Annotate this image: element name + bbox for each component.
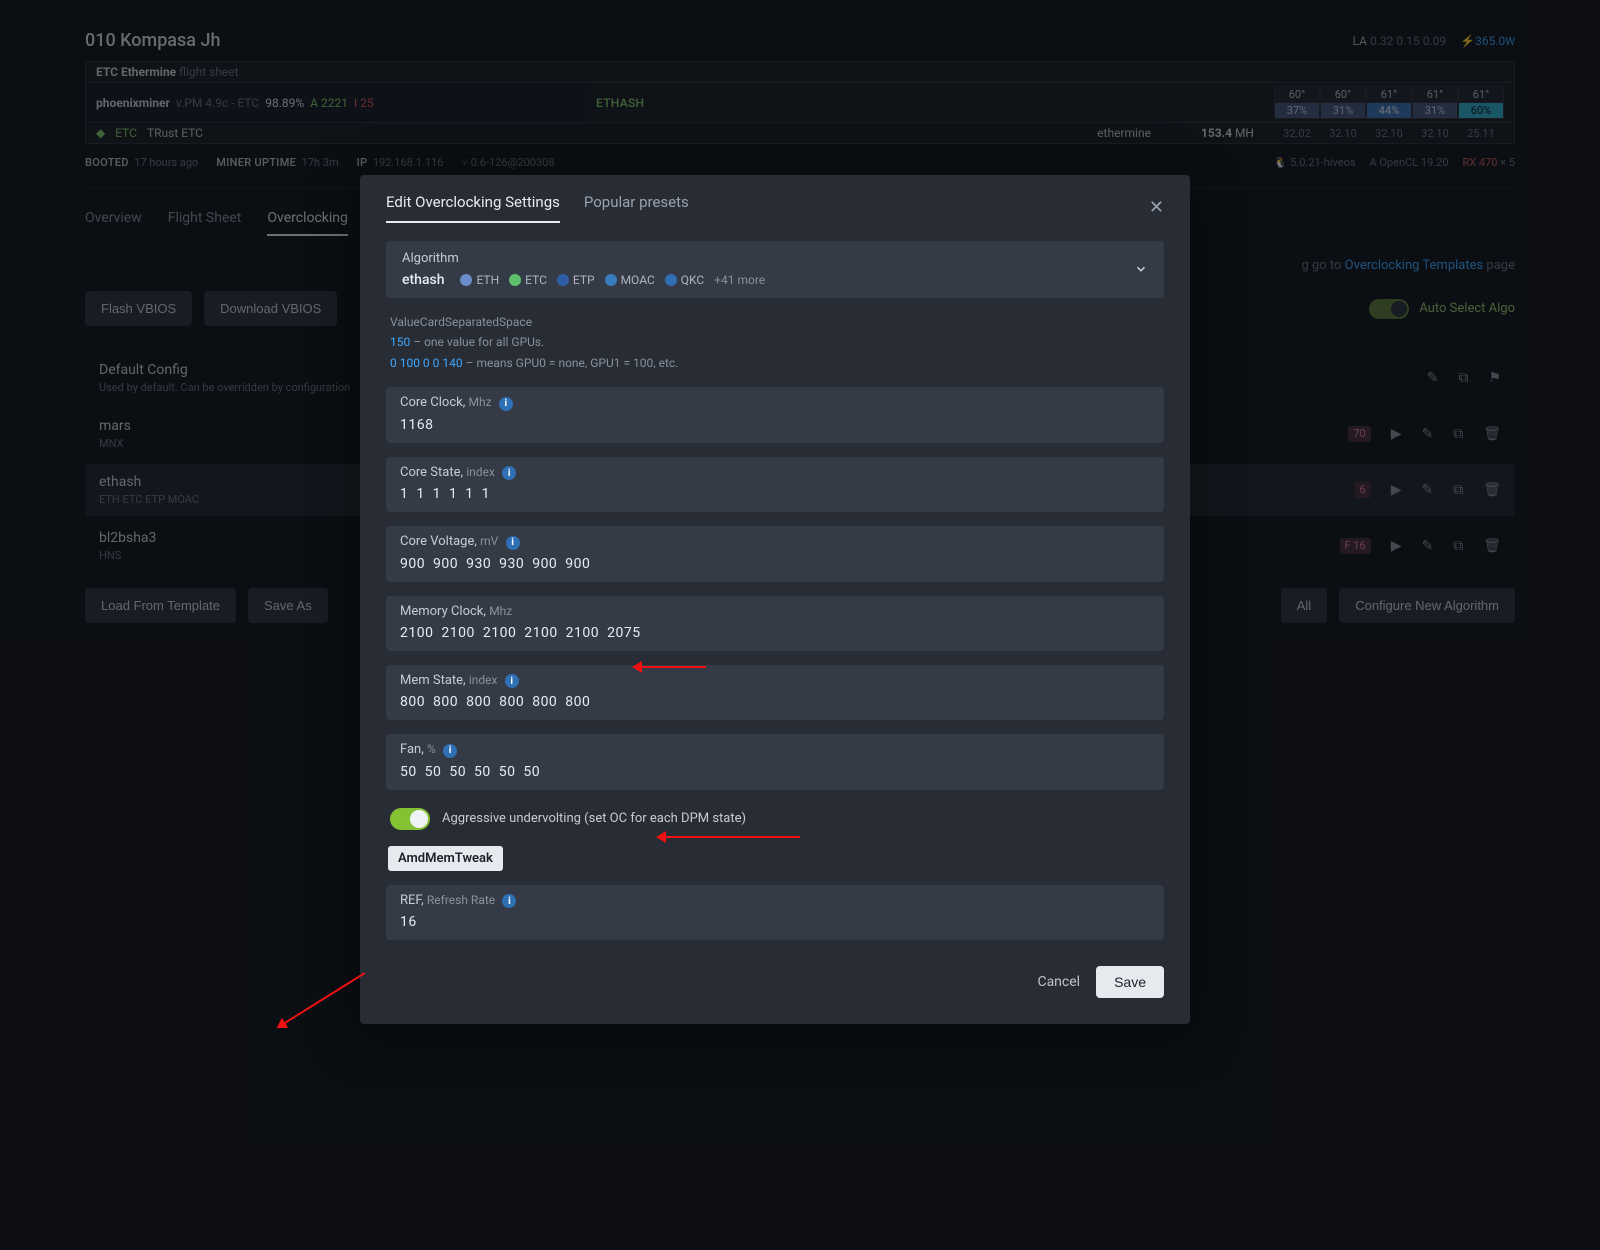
save-button[interactable]: Save	[1096, 966, 1164, 998]
modal-tab-edit[interactable]: Edit Overclocking Settings	[386, 193, 560, 223]
info-icon[interactable]: i	[499, 397, 513, 411]
core-state-field[interactable]: Core State, index i	[386, 457, 1164, 513]
ref-input[interactable]	[400, 914, 1150, 930]
info-icon[interactable]: i	[502, 466, 516, 480]
aggressive-undervolting-toggle[interactable]: Aggressive undervolting (set OC for each…	[390, 808, 1160, 830]
close-icon[interactable]: ✕	[1149, 199, 1164, 217]
info-icon[interactable]: i	[443, 744, 457, 758]
overclocking-modal: Edit Overclocking Settings Popular prese…	[360, 175, 1190, 1024]
algorithm-dropdown[interactable]: Algorithm ethash ETH ETC ETP MOAC QKC +4…	[386, 241, 1164, 298]
memory-clock-input[interactable]	[400, 625, 1150, 641]
core-clock-field[interactable]: Core Clock, Mhz i	[386, 387, 1164, 443]
info-icon[interactable]: i	[505, 674, 519, 688]
core-voltage-input[interactable]	[400, 556, 1150, 572]
annotation-arrow	[660, 836, 800, 838]
modal-tab-presets[interactable]: Popular presets	[584, 193, 689, 223]
memory-clock-field[interactable]: Memory Clock, Mhz	[386, 596, 1164, 651]
mem-state-field[interactable]: Mem State, index i	[386, 665, 1164, 721]
info-icon[interactable]: i	[502, 894, 516, 908]
chevron-down-icon	[1134, 262, 1148, 278]
core-state-input[interactable]	[400, 486, 1150, 502]
cancel-button[interactable]: Cancel	[1037, 974, 1080, 990]
core-voltage-field[interactable]: Core Voltage, mV i	[386, 526, 1164, 582]
amdmemtweak-badge[interactable]: AmdMemTweak	[388, 846, 503, 871]
value-format-help: ValueCardSeparatedSpace 150 – one value …	[390, 312, 1160, 373]
fan-field[interactable]: Fan, % i	[386, 734, 1164, 790]
info-icon[interactable]: i	[506, 536, 520, 550]
ref-field[interactable]: REF, Refresh Rate i	[386, 885, 1164, 941]
core-clock-input[interactable]	[400, 417, 1150, 433]
annotation-arrow	[636, 666, 706, 668]
mem-state-input[interactable]	[400, 694, 1150, 710]
fan-input[interactable]	[400, 764, 1150, 780]
